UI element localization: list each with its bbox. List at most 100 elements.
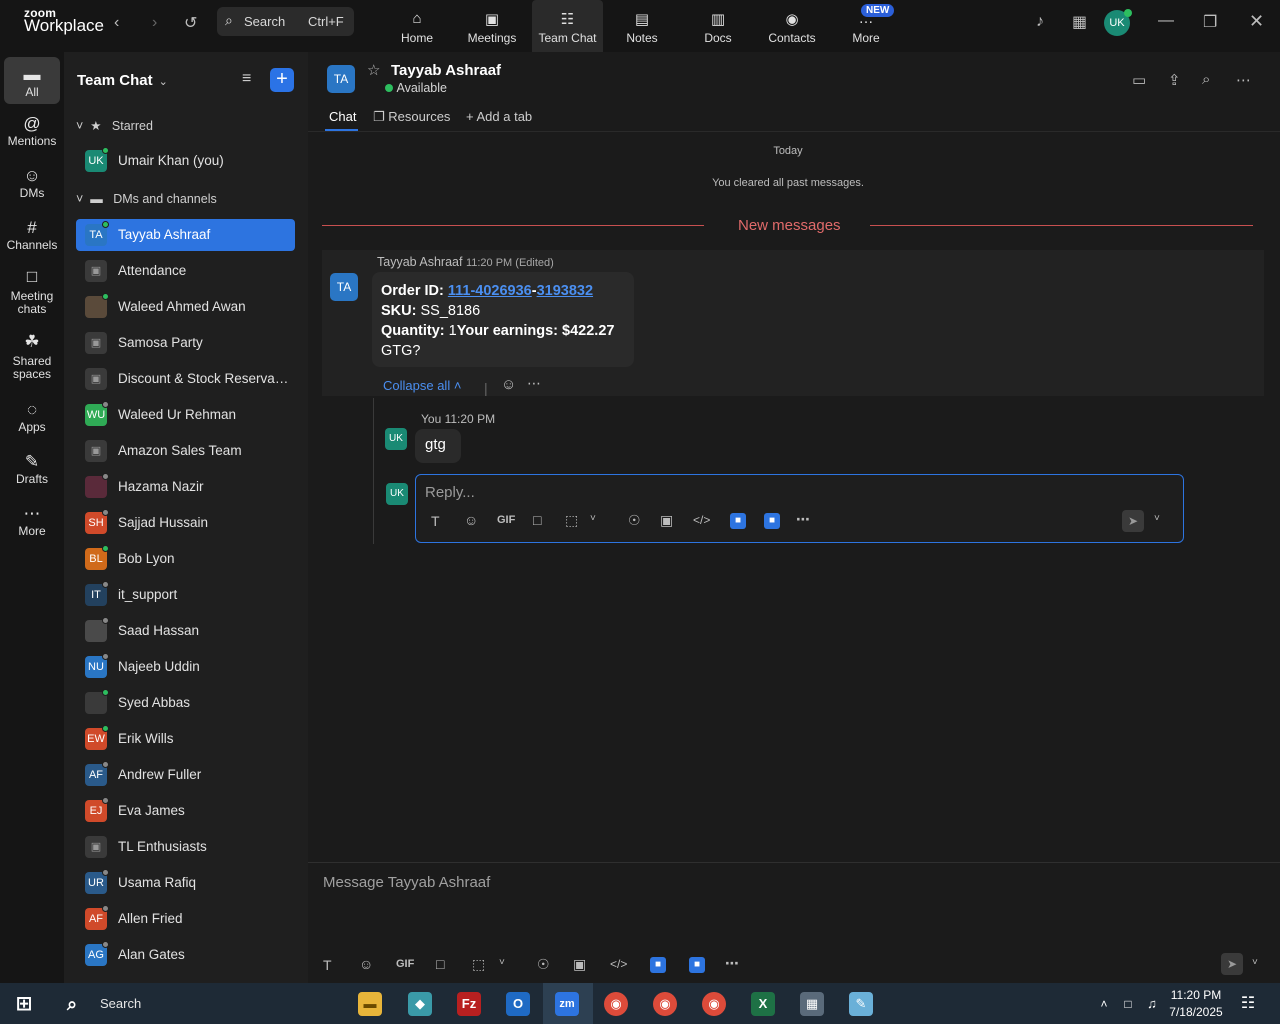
- forward-arrow-icon[interactable]: ›: [152, 14, 157, 32]
- sidebar-chat-item[interactable]: TA Tayyab Ashraaf: [76, 219, 295, 251]
- sidebar-chat-item[interactable]: IT it_support: [76, 579, 295, 611]
- code-icon[interactable]: </>: [610, 957, 627, 971]
- send-options-chevron-icon[interactable]: ˅: [1154, 513, 1160, 524]
- notifications-icon[interactable]: ☷: [1236, 992, 1260, 1016]
- star-icon[interactable]: ☆: [367, 61, 380, 79]
- windows-start-icon[interactable]: ⊞: [12, 992, 36, 1016]
- rail-item-dms[interactable]: ☺ DMs: [0, 166, 64, 200]
- microphone-icon[interactable]: ☉: [628, 512, 641, 529]
- nav-tab-home[interactable]: ⌂ Home: [393, 0, 441, 52]
- emoji-icon[interactable]: ☺: [464, 512, 478, 528]
- send-options-chevron-icon[interactable]: ˅: [1252, 957, 1258, 968]
- code-icon[interactable]: </>: [693, 513, 710, 527]
- rail-item-more[interactable]: ⋯ More: [0, 504, 64, 538]
- filezilla-icon[interactable]: Fz: [457, 992, 481, 1016]
- message-input[interactable]: Message Tayyab Ashraaf: [323, 874, 490, 891]
- rail-item-mentions[interactable]: @ Mentions: [0, 114, 64, 148]
- sidebar-chat-item[interactable]: Saad Hassan: [76, 615, 295, 647]
- new-chat-button[interactable]: +: [270, 68, 294, 92]
- zoom-app-icon[interactable]: zm: [555, 992, 579, 1016]
- chevron-down-icon[interactable]: ˅: [499, 957, 505, 968]
- sidebar-chat-item[interactable]: UR Usama Rafiq: [76, 867, 295, 899]
- message-author[interactable]: Tayyab Ashraaf: [377, 255, 462, 269]
- sidebar-chat-item[interactable]: ▣ Samosa Party: [76, 327, 295, 359]
- more-tools-icon[interactable]: ⋯: [796, 511, 810, 528]
- network-icon[interactable]: □: [1116, 992, 1140, 1016]
- nav-tab-notes[interactable]: ▤ Notes: [618, 0, 666, 52]
- sidebar-chat-item[interactable]: BL Bob Lyon: [76, 543, 295, 575]
- calendar-icon[interactable]: ▦: [1072, 12, 1087, 32]
- sidebar-chat-item[interactable]: NU Najeeb Uddin: [76, 651, 295, 683]
- clock[interactable]: 11:20 PM 7/18/2025: [1168, 987, 1224, 1021]
- app-icon-1[interactable]: ■: [650, 957, 666, 973]
- nav-tab-team-chat[interactable]: ☷ Team Chat: [532, 0, 603, 52]
- contact-name[interactable]: Tayyab Ashraaf: [391, 62, 501, 79]
- sidebar-chat-item[interactable]: AG Alan Gates: [76, 939, 295, 971]
- minimize-icon[interactable]: —: [1158, 12, 1174, 30]
- order-link-2[interactable]: 3193832: [537, 283, 593, 299]
- file-explorer-icon[interactable]: ▬: [358, 992, 382, 1016]
- sidebar-chat-item[interactable]: EW Erik Wills: [76, 723, 295, 755]
- sidebar-chat-item[interactable]: ▣ Amazon Sales Team: [76, 435, 295, 467]
- more-tools-icon[interactable]: ⋯: [725, 955, 739, 972]
- rail-item-meeting-chats[interactable]: □ Meeting chats: [0, 268, 64, 316]
- bell-icon[interactable]: ♪: [1036, 13, 1044, 31]
- reply-input[interactable]: Reply... T ☺ GIF □ ⬚ ˅ ☉ ▣ </> ■ ■ ⋯ ➤ ˅: [415, 474, 1184, 543]
- order-link-1[interactable]: 111-4026936: [448, 283, 532, 299]
- add-reaction-icon[interactable]: ☺: [501, 376, 516, 393]
- format-text-icon[interactable]: T: [431, 513, 440, 529]
- sidebar-chat-item[interactable]: SH Sajjad Hussain: [76, 507, 295, 539]
- sidebar-chat-item[interactable]: EJ Eva James: [76, 795, 295, 827]
- contact-avatar[interactable]: TA: [327, 65, 355, 93]
- sidebar-chat-item[interactable]: Waleed Ahmed Awan: [76, 291, 295, 323]
- format-text-icon[interactable]: T: [323, 957, 332, 973]
- gif-icon[interactable]: GIF: [396, 958, 414, 970]
- notepad-icon[interactable]: ✎: [849, 992, 873, 1016]
- excel-icon[interactable]: X: [751, 992, 775, 1016]
- app-icon-2[interactable]: ■: [689, 957, 705, 973]
- more-actions-icon[interactable]: ⋯: [527, 375, 541, 392]
- tab-add[interactable]: + Add a tab: [466, 109, 532, 124]
- rail-item-channels[interactable]: # Channels: [0, 218, 64, 252]
- microphone-icon[interactable]: ☉: [537, 956, 550, 973]
- search-icon[interactable]: ⌕: [1202, 71, 1210, 88]
- sidebar-chat-item[interactable]: AF Andrew Fuller: [76, 759, 295, 791]
- back-arrow-icon[interactable]: ‹: [114, 14, 119, 32]
- outlook-icon[interactable]: O: [506, 992, 530, 1016]
- app-icon-2[interactable]: ■: [764, 513, 780, 529]
- taskbar-search[interactable]: Search: [100, 996, 141, 1011]
- tab-chat[interactable]: Chat: [329, 109, 356, 124]
- rail-item-drafts[interactable]: ✎ Drafts: [0, 452, 64, 486]
- rail-item-shared-spaces[interactable]: ☘ Shared spaces: [0, 333, 64, 381]
- rail-item-all[interactable]: ▬ All: [4, 57, 60, 104]
- calculator-icon[interactable]: ▦: [800, 992, 824, 1016]
- send-button[interactable]: ➤: [1122, 510, 1144, 532]
- more-options-icon[interactable]: ⋯: [1236, 71, 1251, 89]
- chrome-icon[interactable]: ◉: [604, 992, 628, 1016]
- sidebar-chat-item[interactable]: Syed Abbas: [76, 687, 295, 719]
- nav-tab-contacts[interactable]: ◉ Contacts: [763, 0, 821, 52]
- collapse-all-button[interactable]: Collapse all ˄: [383, 378, 461, 393]
- section-starred[interactable]: ˅ ★ Starred: [76, 118, 153, 133]
- sidebar-chat-item[interactable]: Hazama Nazir: [76, 471, 295, 503]
- rail-item-apps[interactable]: ◌ Apps: [0, 400, 64, 434]
- emoji-icon[interactable]: ☺: [359, 956, 373, 972]
- sidebar-chat-item[interactable]: ▣ Attendance: [76, 255, 295, 287]
- sidebar-chat-item[interactable]: AF Allen Fried: [76, 903, 295, 935]
- reply-avatar[interactable]: UK: [385, 428, 407, 450]
- chrome-icon-2[interactable]: ◉: [653, 992, 677, 1016]
- volume-icon[interactable]: ♫: [1140, 992, 1164, 1016]
- search-input[interactable]: ⌕ Search Ctrl+F: [217, 7, 354, 36]
- app-icon-1[interactable]: ■: [730, 513, 746, 529]
- restore-icon[interactable]: ❐: [1203, 12, 1217, 32]
- share-screen-icon[interactable]: ⇪: [1168, 71, 1181, 89]
- close-icon[interactable]: ✕: [1249, 11, 1264, 32]
- chevron-down-icon[interactable]: ˅: [590, 513, 596, 524]
- section-dms[interactable]: ˅ ▬ DMs and channels: [76, 192, 217, 206]
- screenshot-icon[interactable]: ⬚: [472, 956, 485, 973]
- nav-tab-docs[interactable]: ▥ Docs: [694, 0, 742, 52]
- history-icon[interactable]: ↺: [184, 13, 197, 33]
- sidebar-chat-item[interactable]: WU Waleed Ur Rehman: [76, 399, 295, 431]
- gif-icon[interactable]: GIF: [497, 514, 515, 526]
- tab-resources[interactable]: ❐ Resources: [373, 109, 450, 125]
